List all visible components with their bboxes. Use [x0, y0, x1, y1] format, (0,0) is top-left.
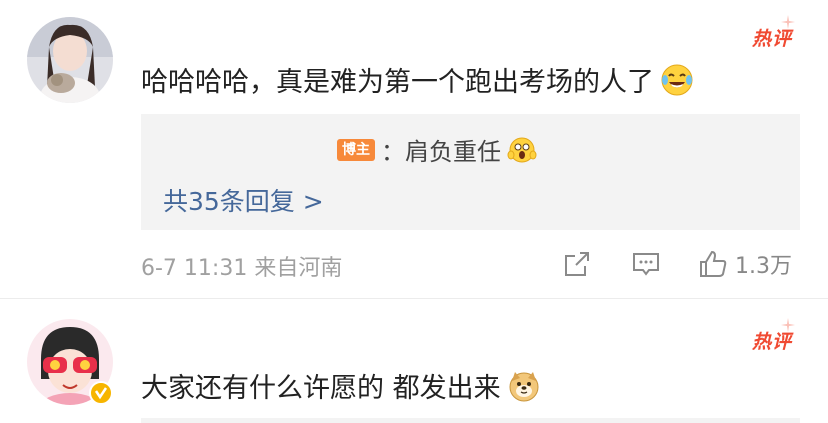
comment-meta: 6-7 11:31 来自河南 — [141, 256, 343, 281]
laughing-crying-emoji-icon — [661, 64, 693, 95]
verified-badge-icon — [89, 381, 113, 405]
author-reply-text: ：肩负重任 — [381, 138, 501, 166]
like-count: 1.3万 — [735, 254, 792, 279]
comment-icon — [633, 253, 659, 276]
doge-emoji-icon — [509, 371, 539, 401]
comment-divider — [0, 298, 828, 299]
author-reply: 博主 ：肩负重任 — [337, 132, 537, 167]
like-button[interactable]: 1.3万 — [697, 248, 792, 280]
hot-sparkle-icon — [781, 15, 795, 29]
reply-preview-box — [141, 418, 800, 423]
share-icon — [565, 252, 589, 276]
comment-text: 大家还有什么许愿的 都发出来 — [141, 366, 541, 405]
comment-body: 哈哈哈哈，真是难为第一个跑出考场的人了 — [141, 67, 654, 98]
comment-body: 大家还有什么许愿的 都发出来 — [141, 373, 501, 404]
comment-button[interactable] — [630, 248, 662, 280]
share-button[interactable] — [561, 248, 593, 280]
comment-text: 哈哈哈哈，真是难为第一个跑出考场的人了 — [141, 60, 694, 99]
author-badge: 博主 — [337, 138, 375, 161]
thumbs-up-icon — [700, 250, 727, 277]
reply-preview-box[interactable]: 博主 ：肩负重任 共35条回复 > — [141, 114, 800, 230]
hot-sparkle-icon — [781, 318, 795, 332]
comment-item: 热评 哈哈哈哈，真是难为第一个跑出考场的人了 博主 ：肩负重任 共35条回复 >… — [0, 0, 828, 300]
avatar[interactable] — [27, 319, 113, 405]
shocked-emoji-icon — [507, 137, 537, 162]
comment-item: 热评 大家还有什么许愿的 都发出来 — [0, 300, 828, 423]
avatar[interactable] — [27, 17, 113, 103]
view-replies-link[interactable]: 共35条回复 > — [163, 182, 324, 218]
